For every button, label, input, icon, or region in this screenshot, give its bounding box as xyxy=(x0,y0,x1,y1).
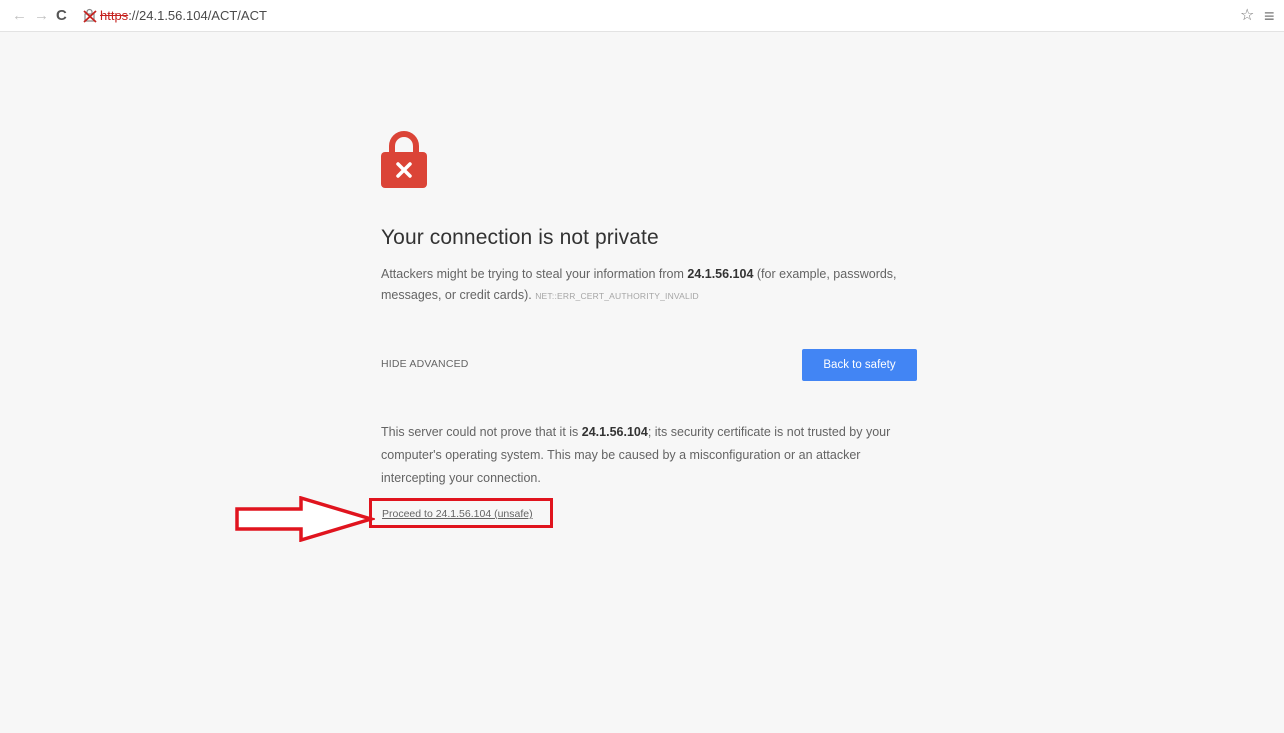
error-code: NET::ERR_CERT_AUTHORITY_INVALID xyxy=(535,291,699,301)
intro-text-1: Attackers might be trying to steal your … xyxy=(381,267,688,281)
proceed-unsafe-link[interactable]: Proceed to 24.1.56.104 (unsafe) xyxy=(382,508,533,520)
star-icon[interactable]: ☆ xyxy=(1240,6,1254,26)
address-bar[interactable]: https://24.1.56.104/ACT/ACT xyxy=(76,4,1256,26)
details-paragraph: This server could not prove that it is 2… xyxy=(381,421,921,490)
url-scheme: https xyxy=(100,7,129,23)
forward-button[interactable]: → xyxy=(34,6,49,26)
action-row: HIDE ADVANCED Back to safety xyxy=(381,349,921,381)
menu-icon[interactable]: ≡ xyxy=(1264,6,1275,26)
proceed-container: Proceed to 24.1.56.104 (unsafe) xyxy=(369,498,921,528)
red-arrow-icon xyxy=(235,496,375,542)
browser-toolbar: ← → C https://24.1.56.104/ACT/ACT ☆ ≡ xyxy=(0,0,1284,32)
hide-advanced-button[interactable]: HIDE ADVANCED xyxy=(381,358,469,370)
broken-lock-icon[interactable] xyxy=(82,7,98,23)
details-text-1: This server could not prove that it is xyxy=(381,425,582,439)
reload-button[interactable]: C xyxy=(56,6,67,26)
url-text: ://24.1.56.104/ACT/ACT xyxy=(128,7,267,23)
back-button[interactable]: ← xyxy=(12,6,27,26)
intro-host: 24.1.56.104 xyxy=(687,267,754,281)
intro-paragraph: Attackers might be trying to steal your … xyxy=(381,264,921,307)
red-lock-x-icon xyxy=(381,131,427,188)
back-to-safety-button[interactable]: Back to safety xyxy=(802,349,917,381)
details-host: 24.1.56.104 xyxy=(581,425,648,439)
page-title: Your connection is not private xyxy=(381,226,659,249)
interstitial-content: Your connection is not private Attackers… xyxy=(369,130,921,528)
